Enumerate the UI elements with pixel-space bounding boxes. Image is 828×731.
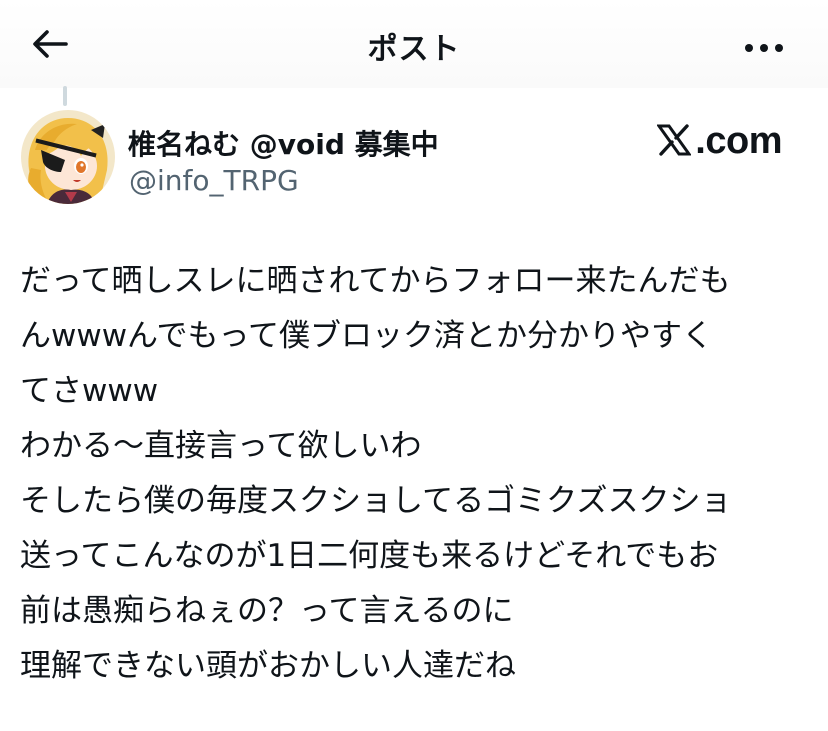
avatar[interactable] [21,110,115,204]
post-text-line: そしたら僕の毎度スクショしてるゴミクズスクショ [20,483,732,519]
more-horizontal-icon [744,38,784,57]
post-text-line: てさwww [20,373,159,409]
x-domain-text: .com [695,120,782,162]
x-logo-icon [656,123,693,160]
post-text-line: だって晒しスレに晒されてからフォロー来たんだも [20,263,731,299]
page-title: ポスト [367,32,461,67]
post-text: だって晒しスレに晒されてからフォロー来たんだも んwwwんでもって僕ブロック済と… [20,254,810,694]
post-text-line: 理解できない頭がおかしい人達だね [20,648,516,684]
post-text-line: 前は愚痴らねぇの？って言えるのに [20,593,514,629]
author-display-name[interactable]: 椎名ねむ @void 募集中 [128,123,439,163]
top-bar: ポスト [0,0,828,88]
post-text-line: わかる〜直接言って欲しいわ [20,428,422,464]
thread-connector-line [63,86,67,106]
post-text-line: 送ってこんなのが1日二何度も来るけどそれでもお [20,538,719,574]
author-handle[interactable]: @info_TRPG [129,164,299,197]
more-button[interactable] [740,30,788,64]
post-text-line: んwwwんでもって僕ブロック済とか分かりやすく [20,318,713,354]
x-com-logo: .com [656,120,782,163]
